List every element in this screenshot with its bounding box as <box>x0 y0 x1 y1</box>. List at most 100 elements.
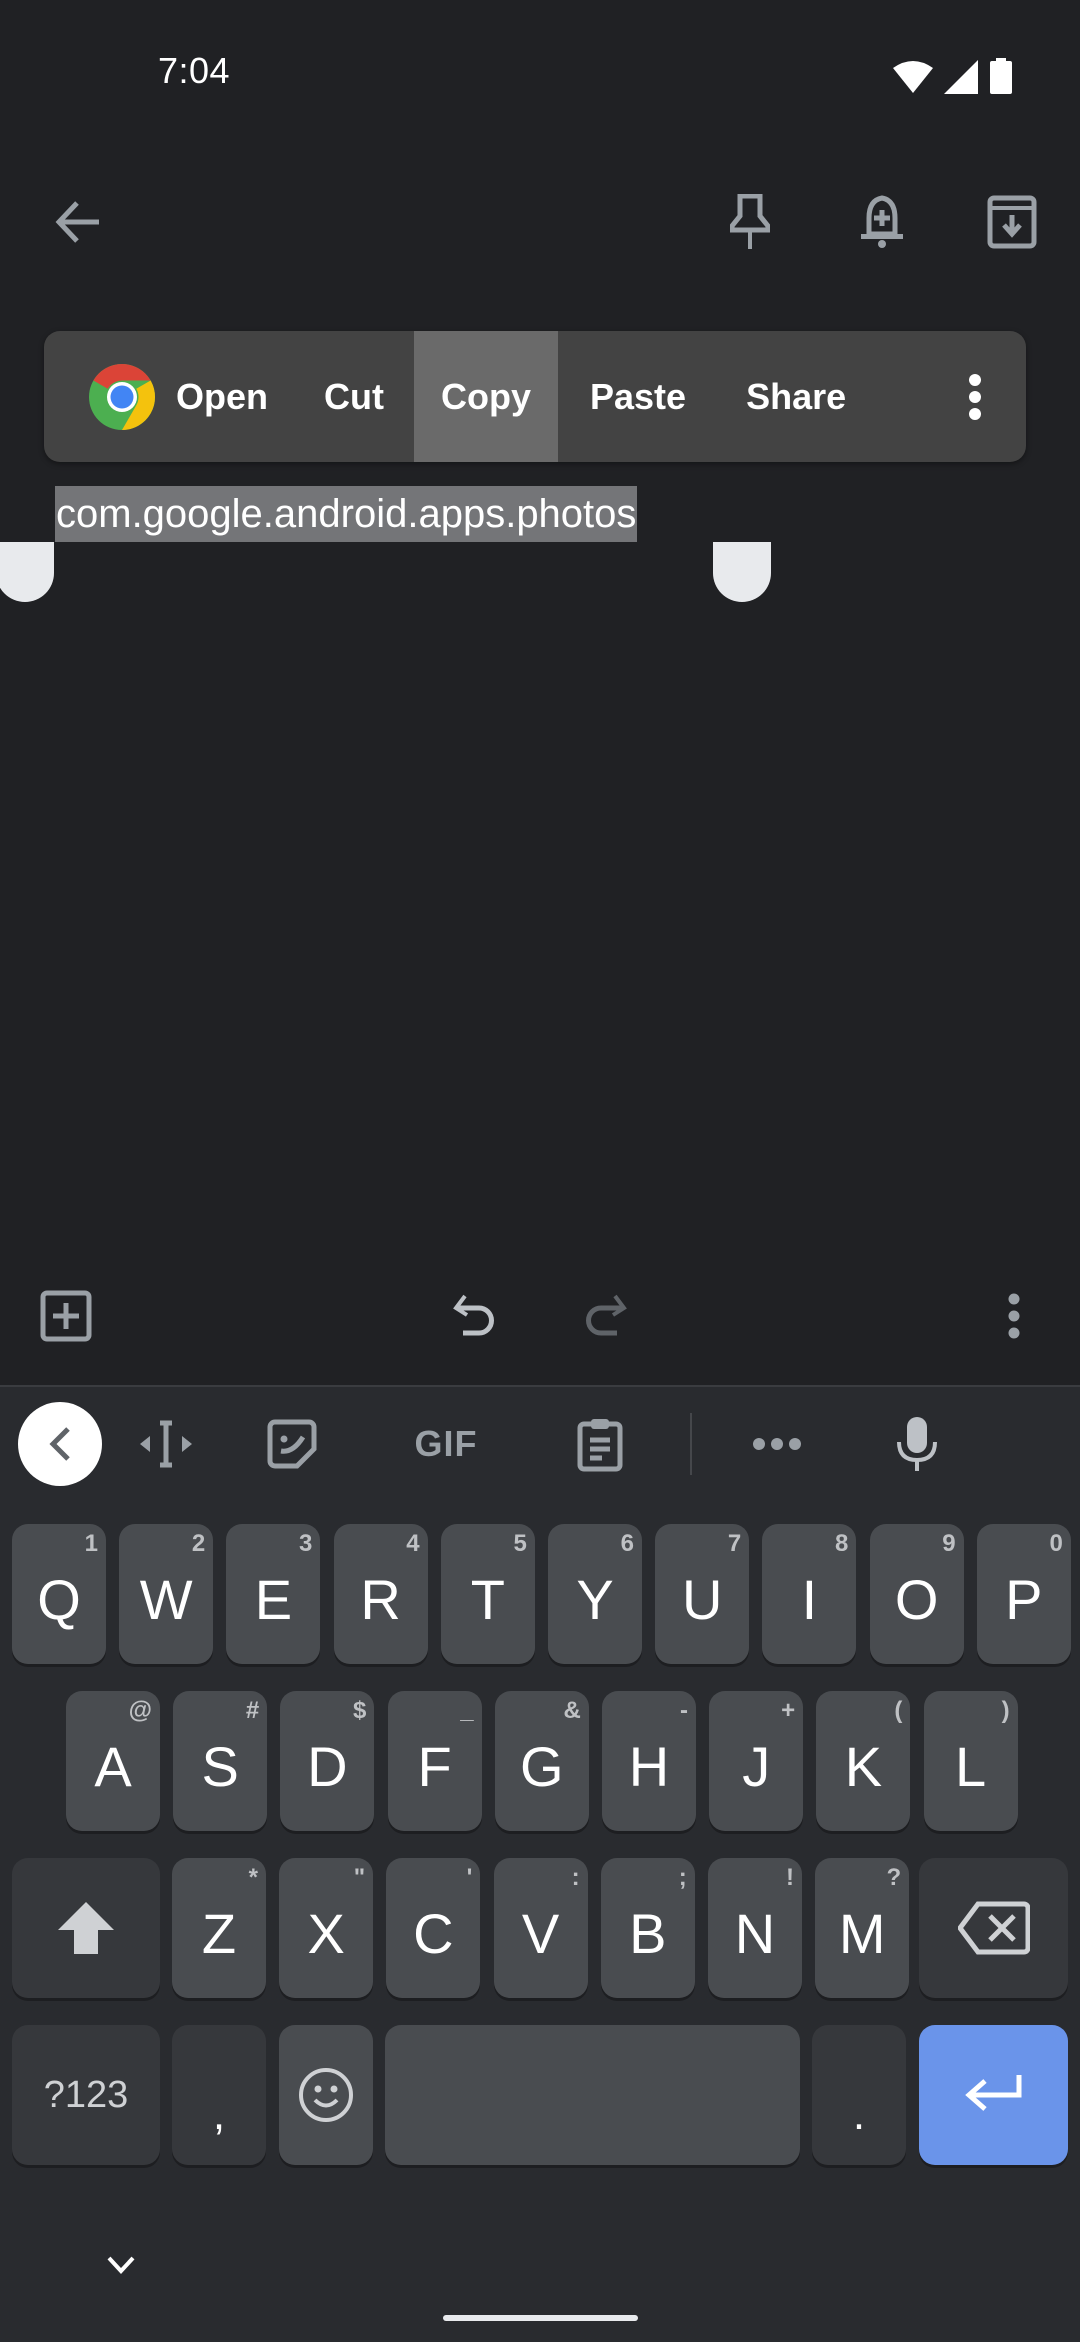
status-time: 7:04 <box>158 50 231 91</box>
key-j[interactable]: + J <box>709 1691 804 1831</box>
key-t[interactable]: 5T <box>440 1524 535 1664</box>
mic-icon <box>897 1417 937 1471</box>
space-key[interactable] <box>385 2025 800 2165</box>
key-hint: ( <box>894 1697 903 1724</box>
keyboard-toolbar: GIF <box>0 1387 1080 1501</box>
keyboard-collapse-button[interactable] <box>0 1394 120 1494</box>
key-label: T <box>470 1567 505 1631</box>
voice-input-button[interactable] <box>852 1394 982 1494</box>
battery-icon <box>990 58 1012 94</box>
archive-icon <box>987 195 1037 249</box>
key-hint: ? <box>886 1864 902 1891</box>
key-x[interactable]: " X <box>279 1858 374 1998</box>
key-a[interactable]: @ A <box>66 1691 160 1831</box>
key-g[interactable]: & G <box>494 1691 589 1831</box>
note-body-selected-text[interactable]: com.google.android.apps.photos <box>55 486 638 542</box>
period-key[interactable]: . <box>812 2025 906 2165</box>
key-label: Z <box>201 1901 237 1965</box>
toolbar-divider <box>690 1413 692 1475</box>
back-button[interactable] <box>38 182 118 262</box>
shift-key[interactable] <box>12 1858 160 1998</box>
comma-label: , <box>212 2090 226 2139</box>
key-label: Q <box>37 1567 81 1631</box>
backspace-key[interactable] <box>919 1858 1068 1998</box>
key-c[interactable]: ' C <box>386 1858 481 1998</box>
key-v[interactable]: :V <box>493 1858 588 1998</box>
key-k[interactable]: (K <box>816 1691 911 1831</box>
key-label: H <box>628 1734 670 1798</box>
key-label: R <box>360 1567 401 1631</box>
emoji-key[interactable] <box>279 2025 373 2165</box>
archive-button[interactable] <box>972 182 1052 262</box>
nav-hide-keyboard-button[interactable] <box>106 2255 136 2280</box>
redo-button[interactable] <box>566 1276 646 1356</box>
comma-key[interactable]: , <box>172 2025 266 2165</box>
pin-button[interactable] <box>710 182 790 262</box>
key-q[interactable]: 1Q <box>12 1524 106 1664</box>
text-cursor-icon <box>140 1420 192 1468</box>
key-label: B <box>629 1901 667 1965</box>
key-s[interactable]: # S <box>173 1691 268 1831</box>
key-i[interactable]: 8I <box>762 1524 857 1664</box>
undo-button[interactable] <box>434 1276 514 1356</box>
key-hint: 9 <box>942 1530 956 1557</box>
wifi-icon <box>893 61 933 93</box>
key-label: D <box>307 1734 348 1798</box>
key-b[interactable]: ; B <box>600 1858 695 1998</box>
key-label: W <box>139 1567 193 1631</box>
status-icons <box>892 58 1012 94</box>
undo-icon <box>453 1294 494 1336</box>
key-hint: 3 <box>299 1530 313 1557</box>
menu-more-button[interactable] <box>924 331 1026 462</box>
key-hint: - <box>680 1697 688 1724</box>
key-hint: * <box>248 1864 258 1891</box>
menu-paste-button[interactable]: Paste <box>558 331 718 462</box>
key-o[interactable]: 9O <box>869 1524 964 1664</box>
key-l[interactable]: ) L <box>923 1691 1018 1831</box>
home-gesture-bar[interactable] <box>443 2315 638 2321</box>
key-f[interactable]: _ F <box>387 1691 482 1831</box>
sticker-button[interactable] <box>212 1394 372 1494</box>
menu-copy-label: Copy <box>441 375 531 417</box>
gif-button[interactable]: GIF <box>372 1394 520 1494</box>
key-label: A <box>94 1734 132 1798</box>
add-content-button[interactable] <box>26 1276 106 1356</box>
key-p[interactable]: 0P <box>976 1524 1071 1664</box>
key-d[interactable]: $ D <box>280 1691 375 1831</box>
key-e[interactable]: 3E <box>226 1524 321 1664</box>
key-u[interactable]: 7U <box>655 1524 750 1664</box>
key-h[interactable]: -H <box>602 1691 696 1831</box>
key-r[interactable]: 4R <box>333 1524 428 1664</box>
menu-copy-button[interactable]: Copy <box>414 331 558 462</box>
key-label: J <box>742 1734 771 1798</box>
enter-icon <box>964 2075 1021 2111</box>
key-label: X <box>307 1901 345 1965</box>
reminder-button[interactable] <box>842 182 922 262</box>
menu-share-button[interactable]: Share <box>718 331 856 462</box>
more-options-button[interactable] <box>702 1394 852 1494</box>
key-z[interactable]: * Z <box>172 1858 266 1998</box>
key-label: G <box>520 1734 564 1798</box>
key-y[interactable]: 6Y <box>548 1524 642 1664</box>
key-n[interactable]: ! N <box>708 1858 802 1998</box>
key-hint: & <box>563 1697 581 1724</box>
cell-signal-icon <box>944 60 978 94</box>
selection-handle-start[interactable] <box>0 542 54 602</box>
key-hint: @ <box>128 1697 152 1724</box>
text-cursor-button[interactable] <box>120 1394 212 1494</box>
key-w[interactable]: 2W <box>119 1524 214 1664</box>
key-label: L <box>955 1734 987 1798</box>
key-hint: 6 <box>620 1530 634 1557</box>
menu-cut-label: Cut <box>324 375 384 417</box>
key-hint: 4 <box>406 1530 420 1557</box>
selection-handle-end[interactable] <box>713 542 771 602</box>
note-more-button[interactable] <box>974 1276 1054 1356</box>
symbols-key[interactable]: ?123 <box>12 2025 160 2165</box>
keyboard: GIF 1 Q 2 W 3 E 4 R 5 T 6 Y 7 U 8 I 9 O 0 P @ A # S $ D _ F & G - H + J(K… <box>0 1385 1080 2342</box>
key-label: Y <box>576 1567 614 1631</box>
key-m[interactable]: ? M <box>815 1858 910 1998</box>
enter-key[interactable] <box>919 2025 1068 2165</box>
menu-cut-button[interactable]: Cut <box>294 331 414 462</box>
clipboard-button[interactable] <box>520 1394 680 1494</box>
menu-open-button[interactable]: Open <box>44 331 294 462</box>
